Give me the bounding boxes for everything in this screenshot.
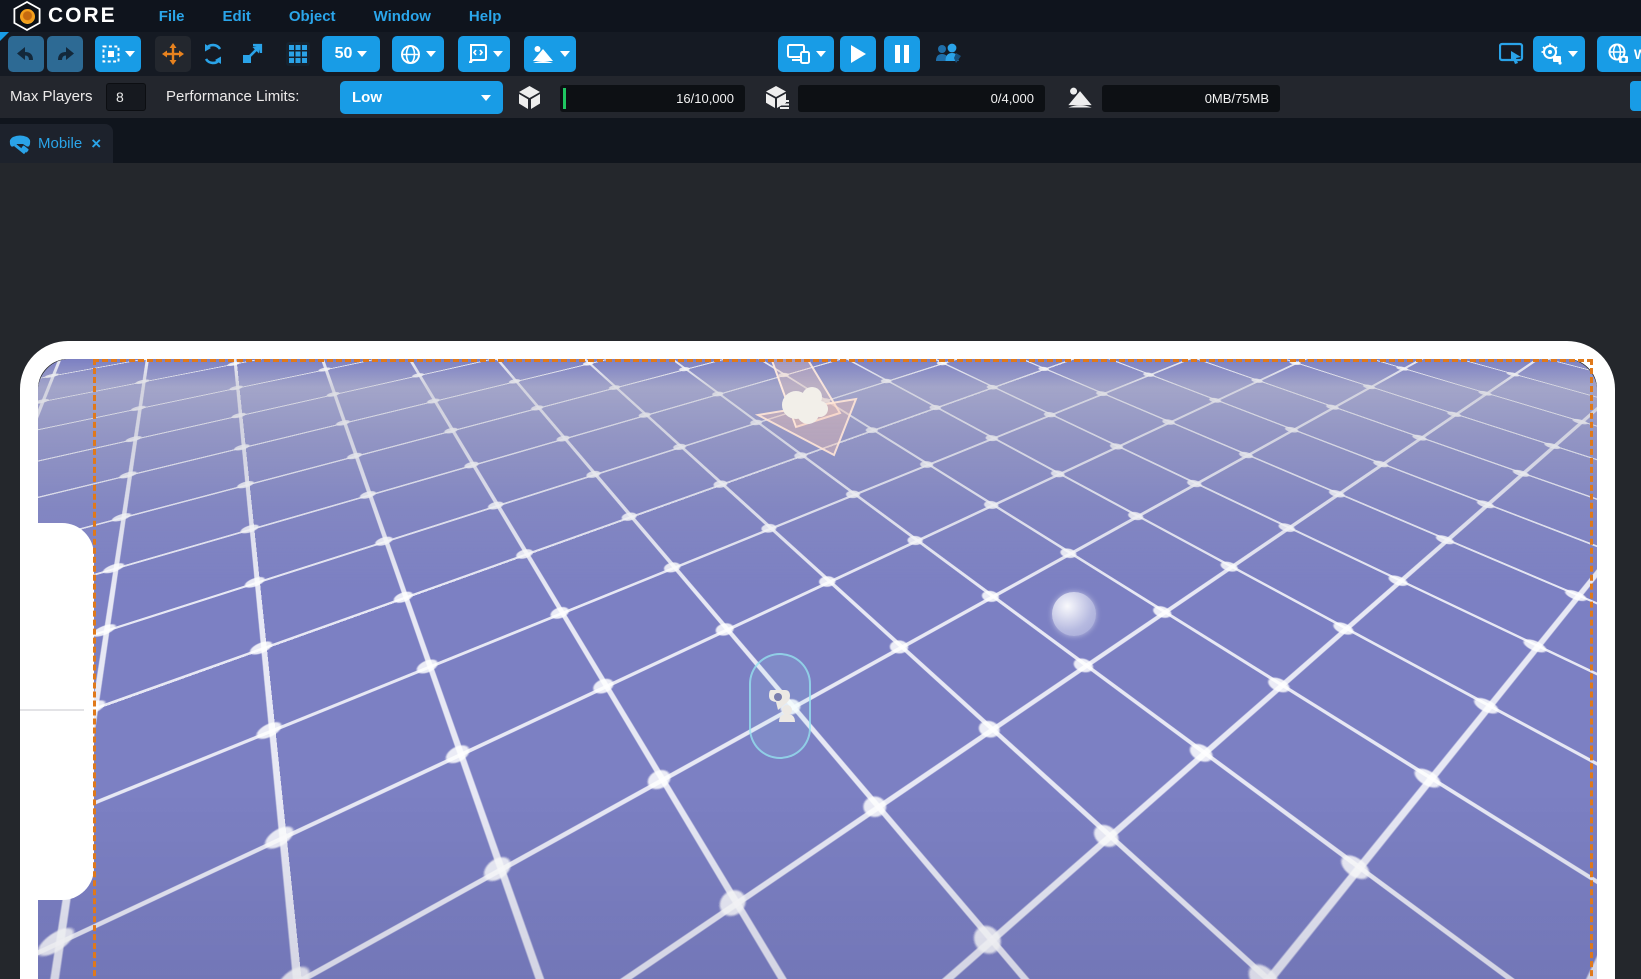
max-players-input[interactable] [106,83,146,111]
pause-button[interactable] [884,36,920,72]
world-capture-button[interactable]: W [1597,36,1641,72]
play-icon [850,45,866,63]
globe-camera-icon [1607,43,1629,65]
performance-bar: Max Players Performance Limits: Low 16/1… [0,76,1641,118]
menu-edit[interactable]: Edit [223,8,251,25]
select-tool-dropdown[interactable] [95,36,141,72]
chevron-down-icon [426,51,436,62]
move-tool-icon [162,43,184,65]
snap-size-value: 50 [335,45,353,63]
performance-limits-value: Low [352,89,382,106]
menu-items: File Edit Object Window Help [159,8,502,25]
chevron-down-icon [357,51,367,62]
menu-help[interactable]: Help [469,8,502,25]
script-icon [466,43,488,65]
object-count-progress [563,88,566,109]
terrain-memory-value: 0MB/75MB [1205,91,1269,106]
move-tool-button[interactable] [155,36,191,72]
viewport-panel: Z X Y [0,163,1641,979]
performance-limits-dropdown[interactable]: Low [340,81,503,114]
device-frame-seam [20,709,84,711]
terrain-memory-meter: 0MB/75MB [1102,85,1280,112]
grid-snap-button[interactable] [281,36,315,72]
rotate-tool-button[interactable] [196,36,230,72]
networked-object-count-value: 0/4,000 [991,91,1034,106]
world-space-dropdown[interactable] [392,36,444,72]
play-button[interactable] [840,36,876,72]
screen-share-button[interactable] [1496,36,1528,72]
terrain-dropdown[interactable] [524,36,576,72]
chevron-down-icon [1568,51,1578,62]
object-count-meter: 16/10,000 [560,85,745,112]
core-logo: core [12,1,117,31]
undo-icon [15,44,37,64]
tab-mobile-label: Mobile [38,135,82,152]
networked-object-count-icon [764,84,791,111]
redo-icon [54,44,76,64]
clipped-edge-button[interactable] [1630,81,1641,111]
object-count-icon [516,84,543,111]
monitor-cursor-icon [1499,42,1525,66]
safe-area-outline [93,359,1593,979]
multiplayer-preview-button[interactable] [930,36,966,72]
cinematic-camera-dropdown[interactable] [1533,36,1585,72]
snap-size-dropdown[interactable]: 50 [322,36,380,72]
grid-icon [286,42,310,66]
tab-close-icon[interactable]: × [91,134,101,154]
tab-mobile[interactable]: Mobile × [0,124,113,163]
terrain-icon [531,44,555,64]
chevron-down-icon [125,51,135,62]
menu-window[interactable]: Window [374,8,431,25]
terrain-memory-icon [1066,84,1094,110]
pause-icon [895,45,909,63]
scale-tool-icon [240,42,264,66]
device-preview-dropdown[interactable] [778,36,834,72]
device-preview-icon [787,44,811,64]
redo-button[interactable] [47,36,83,72]
globe-icon [400,44,421,65]
world-capture-label: W [1634,46,1641,62]
object-count-value: 16/10,000 [676,91,734,106]
chevron-down-icon [816,51,826,62]
rotate-tool-icon [201,42,225,66]
menu-file[interactable]: File [159,8,185,25]
multiplayer-icon [934,41,962,67]
menu-object[interactable]: Object [289,8,336,25]
scale-tool-button[interactable] [235,36,269,72]
core-logo-wordmark: core [48,4,117,28]
camera-bot-icon [1540,43,1563,65]
menu-bar: core File Edit Object Window Help [0,0,1641,32]
undo-button[interactable] [8,36,44,72]
toolbar: 50 [0,32,1641,76]
chevron-down-icon [560,51,570,62]
select-tool-icon [102,45,120,63]
script-dropdown[interactable] [458,36,510,72]
device-frame-left-bulge [20,523,94,900]
chevron-down-icon [493,51,503,62]
gamepad-hammer-icon [8,134,32,154]
max-players-label: Max Players [10,88,93,105]
chevron-down-icon [481,95,491,106]
core-logo-icon [12,1,42,31]
core-editor-window: core File Edit Object Window Help [0,0,1641,979]
tab-bar: Mobile × [0,118,1641,163]
performance-limits-label: Performance Limits: [166,88,299,105]
networked-object-count-meter: 0/4,000 [798,85,1045,112]
